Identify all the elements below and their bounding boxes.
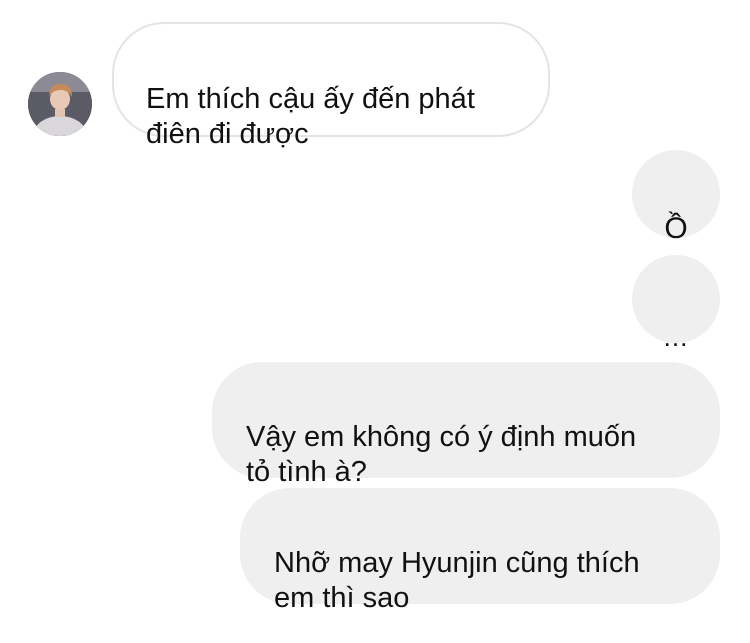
avatar-photo-icon: [28, 72, 92, 136]
message-outgoing[interactable]: Ồ: [632, 150, 720, 245]
message-incoming[interactable]: Em thích cậu ấy đến phát điên đi được: [112, 22, 550, 150]
message-outgoing[interactable]: Nhỡ may Hyunjin cũng thích em thì sao: [240, 488, 720, 614]
message-text: ...: [663, 322, 689, 352]
contact-avatar[interactable]: [28, 72, 92, 136]
message-text: Nhỡ may Hyunjin cũng thích em thì sao: [274, 547, 640, 614]
message-text: Ồ: [664, 212, 688, 245]
message-outgoing[interactable]: ...: [632, 255, 720, 352]
message-text: Vậy em không có ý định muốn tỏ tình à?: [246, 421, 637, 488]
message-text: Em thích cậu ấy đến phát điên đi được: [146, 83, 475, 150]
message-outgoing[interactable]: Vậy em không có ý định muốn tỏ tình à?: [212, 362, 720, 488]
